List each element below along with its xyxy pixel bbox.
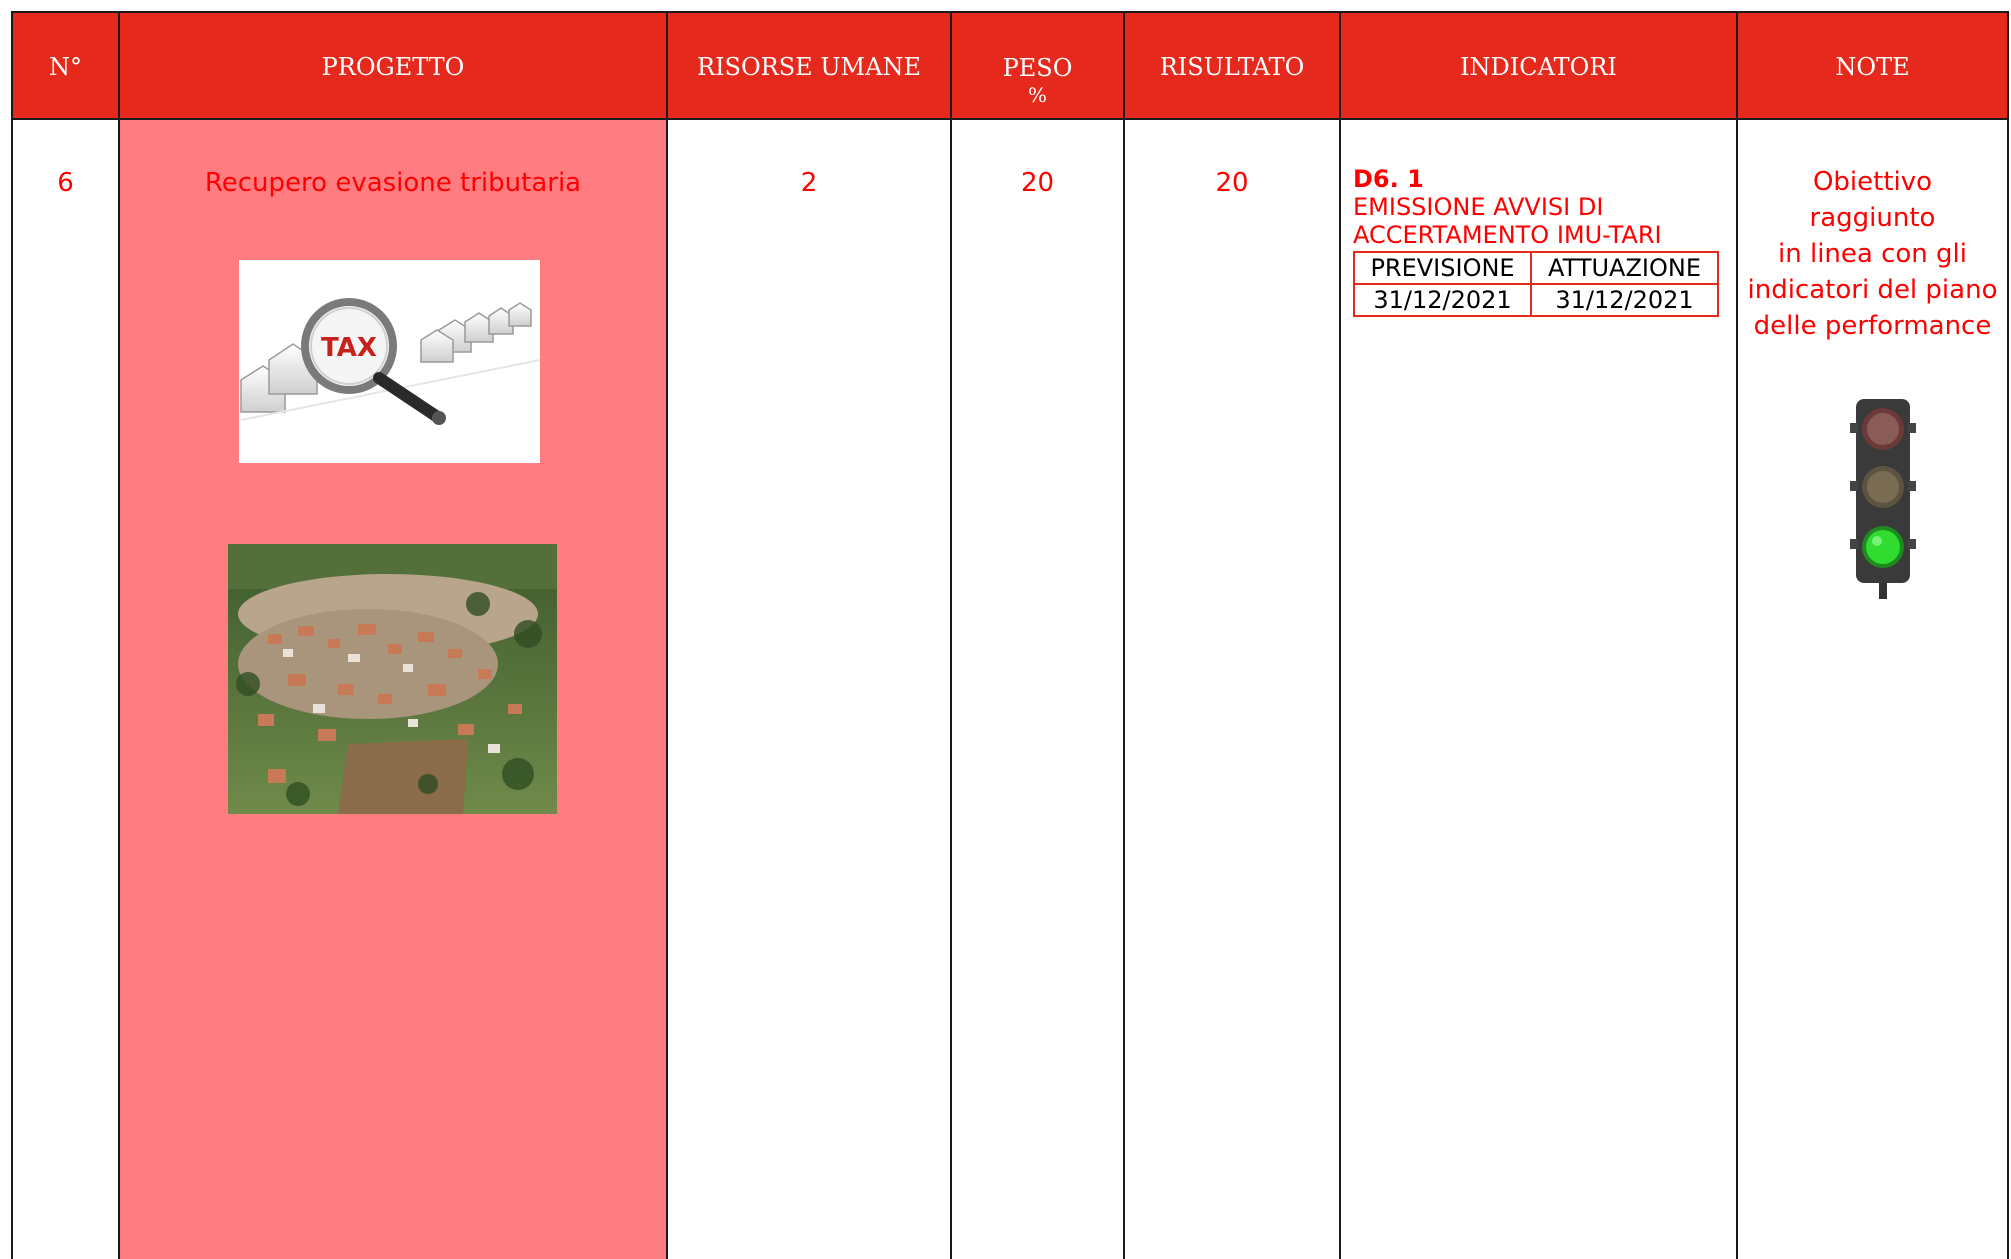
row-number: 6 — [57, 168, 74, 198]
cell-indicatori: D6. 1 EMISSIONE AVVISI DI ACCERTAMENTO I… — [1339, 120, 1736, 1259]
header-risultato-label: RISULTATO — [1159, 53, 1305, 81]
indicator-table-header-row: PREVISIONE ATTUAZIONE — [1352, 251, 1719, 285]
risorse-value: 2 — [800, 168, 818, 198]
tax-magnifier-image: TAX — [239, 260, 540, 463]
header-number-label: N° — [49, 53, 82, 81]
cell-peso: 20 — [950, 120, 1123, 1259]
indicator-code: D6. 1 — [1353, 165, 1424, 193]
project-title: Recupero evasione tributaria — [204, 168, 582, 198]
traffic-light-icon — [1850, 399, 1916, 599]
header-note: NOTE — [1736, 11, 2009, 120]
attuazione-header: ATTUAZIONE — [1530, 251, 1719, 285]
indicator-desc-line1: EMISSIONE AVVISI DI — [1353, 193, 1604, 221]
cell-risultato: 20 — [1123, 120, 1339, 1259]
note-line: Obiettivo — [1812, 167, 1933, 197]
previsione-value: 31/12/2021 — [1352, 283, 1533, 317]
header-risultato: RISULTATO — [1123, 11, 1339, 120]
indicator-table: PREVISIONE ATTUAZIONE 31/12/2021 31/12/2… — [1352, 251, 1719, 317]
peso-value: 20 — [1020, 168, 1055, 198]
village-aerial-image — [228, 544, 557, 814]
note-text: Obiettivo raggiunto in linea con gli ind… — [1738, 164, 2007, 344]
note-line: in linea con gli — [1778, 239, 1967, 269]
cell-number: 6 — [11, 120, 118, 1259]
header-number: N° — [11, 11, 118, 120]
header-peso-unit: % — [1027, 83, 1047, 107]
note-line: indicatori del piano — [1747, 275, 1998, 305]
document-page: N° PROGETTO RISORSE UMANE PESO % RISULTA… — [0, 0, 2011, 1259]
risultato-value: 20 — [1215, 168, 1249, 198]
indicator-desc-line2: ACCERTAMENTO IMU-TARI — [1353, 221, 1662, 249]
note-line: raggiunto — [1809, 203, 1936, 233]
cell-progetto: Recupero evasione tributaria TAX — [118, 120, 666, 1259]
project-table: N° PROGETTO RISORSE UMANE PESO % RISULTA… — [11, 11, 2009, 1259]
cell-risorse: 2 — [666, 120, 950, 1259]
header-progetto: PROGETTO — [118, 11, 666, 120]
indicator-block: D6. 1 EMISSIONE AVVISI DI ACCERTAMENTO I… — [1352, 165, 1719, 317]
attuazione-value: 31/12/2021 — [1530, 283, 1719, 317]
header-indicatori-label: INDICATORI — [1460, 53, 1617, 81]
header-indicatori: INDICATORI — [1339, 11, 1736, 120]
header-risorse-label: RISORSE UMANE — [697, 53, 921, 81]
tax-text: TAX — [321, 333, 377, 363]
cell-note: Obiettivo raggiunto in linea con gli ind… — [1736, 120, 2009, 1259]
previsione-header: PREVISIONE — [1352, 251, 1533, 285]
header-risorse: RISORSE UMANE — [666, 11, 950, 120]
note-line: delle performance — [1753, 311, 1992, 341]
header-peso-label: PESO — [1002, 54, 1073, 82]
header-peso: PESO % — [950, 11, 1123, 120]
header-note-label: NOTE — [1835, 53, 1910, 81]
indicator-table-value-row: 31/12/2021 31/12/2021 — [1352, 283, 1719, 317]
header-progetto-label: PROGETTO — [321, 53, 465, 81]
